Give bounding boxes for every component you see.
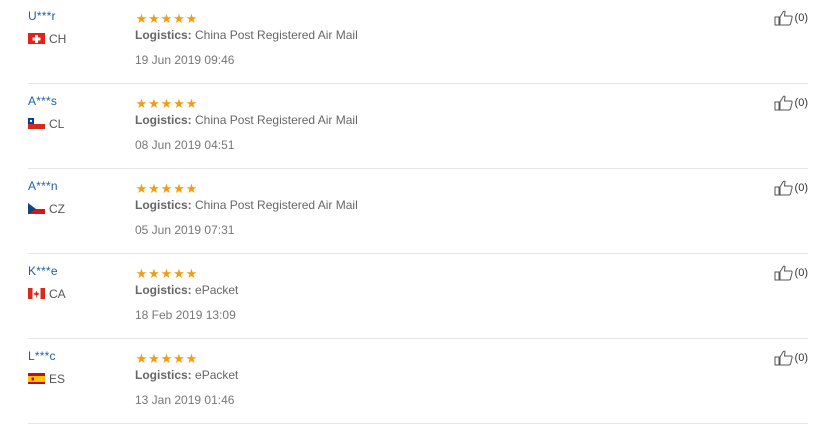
review-item: A***n CZ ★★★★★ Logistics: China Post Reg… <box>28 170 808 254</box>
star-icon: ★ <box>160 96 173 111</box>
star-icon: ★ <box>148 351 160 366</box>
star-icon: ★ <box>160 266 173 281</box>
star-icon: ★ <box>148 266 160 281</box>
reviewer-country: ES <box>28 370 66 386</box>
logistics-label: Logistics: <box>135 368 192 382</box>
star-icon: ★ <box>173 351 185 366</box>
reviewer-name: A***n <box>28 179 58 193</box>
logistics-label: Logistics: <box>135 198 192 212</box>
reviewer-country: CA <box>28 285 66 301</box>
review-date: 08 Jun 2019 04:51 <box>135 138 235 152</box>
star-icon: ★ <box>185 351 198 366</box>
logistics-value: China Post Registered Air Mail <box>195 28 358 42</box>
logistics-label: Logistics: <box>135 28 192 42</box>
review-date: 18 Feb 2019 13:09 <box>135 308 236 322</box>
spain-flag-icon <box>28 372 45 384</box>
canada-flag-icon <box>28 287 45 299</box>
star-icon: ★ <box>173 181 185 196</box>
thumbs-up-icon[interactable] <box>774 95 794 111</box>
review-item: U***r CH ★★★★★ Logistics: China Post Reg… <box>28 0 808 84</box>
star-icon: ★ <box>160 11 173 26</box>
star-rating: ★★★★★ <box>135 265 198 281</box>
chile-flag-icon <box>28 117 45 129</box>
star-icon: ★ <box>173 96 185 111</box>
star-icon: ★ <box>173 266 185 281</box>
feedback-list: U***r CH ★★★★★ Logistics: China Post Reg… <box>0 0 825 424</box>
logistics-value: China Post Registered Air Mail <box>195 198 358 212</box>
review-item: K***e CA ★★★★★ Logistics: ePacket 18 Feb… <box>28 255 808 339</box>
star-icon: ★ <box>148 11 160 26</box>
reviewer-name: L***c <box>28 349 56 363</box>
star-icon: ★ <box>160 181 173 196</box>
logistics-value: ePacket <box>195 283 239 297</box>
star-icon: ★ <box>173 11 185 26</box>
helpful-button[interactable]: (0) <box>774 349 808 366</box>
logistics-info: Logistics: China Post Registered Air Mai… <box>135 113 358 127</box>
thumbs-up-icon[interactable] <box>774 350 794 366</box>
star-icon: ★ <box>185 266 198 281</box>
country-code: CZ <box>49 201 65 216</box>
star-icon: ★ <box>135 351 148 366</box>
star-icon: ★ <box>148 181 160 196</box>
review-item: L***c ES ★★★★★ Logistics: ePacket 13 Jan… <box>28 340 808 424</box>
star-icon: ★ <box>185 11 198 26</box>
reviewer-name: K***e <box>28 264 58 278</box>
country-code: CH <box>49 31 67 46</box>
star-icon: ★ <box>135 181 148 196</box>
helpful-count: (0) <box>794 96 808 109</box>
reviewer-name: A***s <box>28 94 58 108</box>
star-icon: ★ <box>185 181 198 196</box>
reviewer-name: U***r <box>28 9 56 23</box>
helpful-count: (0) <box>794 266 808 279</box>
reviewer-country: CH <box>28 30 67 46</box>
star-icon: ★ <box>135 266 148 281</box>
star-icon: ★ <box>160 351 173 366</box>
review-item: A***s CL ★★★★★ Logistics: China Post Reg… <box>28 85 808 169</box>
helpful-button[interactable]: (0) <box>774 94 808 111</box>
logistics-label: Logistics: <box>135 283 192 297</box>
review-date: 13 Jan 2019 01:46 <box>135 393 235 407</box>
logistics-info: Logistics: ePacket <box>135 368 238 382</box>
switzerland-flag-icon <box>28 32 45 44</box>
country-code: CA <box>49 286 66 301</box>
logistics-info: Logistics: China Post Registered Air Mai… <box>135 28 358 42</box>
star-icon: ★ <box>135 11 148 26</box>
star-icon: ★ <box>185 96 198 111</box>
helpful-button[interactable]: (0) <box>774 179 808 196</box>
reviewer-country: CL <box>28 115 65 131</box>
star-rating: ★★★★★ <box>135 180 198 196</box>
helpful-button[interactable]: (0) <box>774 9 808 26</box>
czech-flag-icon <box>28 202 45 214</box>
helpful-count: (0) <box>794 11 808 24</box>
country-code: CL <box>49 116 65 131</box>
helpful-button[interactable]: (0) <box>774 264 808 281</box>
country-code: ES <box>49 371 66 386</box>
star-icon: ★ <box>135 96 148 111</box>
logistics-label: Logistics: <box>135 113 192 127</box>
logistics-value: China Post Registered Air Mail <box>195 113 358 127</box>
star-icon: ★ <box>148 96 160 111</box>
thumbs-up-icon[interactable] <box>774 10 794 26</box>
thumbs-up-icon[interactable] <box>774 180 794 196</box>
logistics-value: ePacket <box>195 368 239 382</box>
review-date: 05 Jun 2019 07:31 <box>135 223 235 237</box>
star-rating: ★★★★★ <box>135 95 198 111</box>
thumbs-up-icon[interactable] <box>774 265 794 281</box>
helpful-count: (0) <box>794 181 808 194</box>
logistics-info: Logistics: China Post Registered Air Mai… <box>135 198 358 212</box>
logistics-info: Logistics: ePacket <box>135 283 238 297</box>
review-date: 19 Jun 2019 09:46 <box>135 53 235 67</box>
reviewer-country: CZ <box>28 200 65 216</box>
helpful-count: (0) <box>794 351 808 364</box>
star-rating: ★★★★★ <box>135 350 198 366</box>
star-rating: ★★★★★ <box>135 10 198 26</box>
